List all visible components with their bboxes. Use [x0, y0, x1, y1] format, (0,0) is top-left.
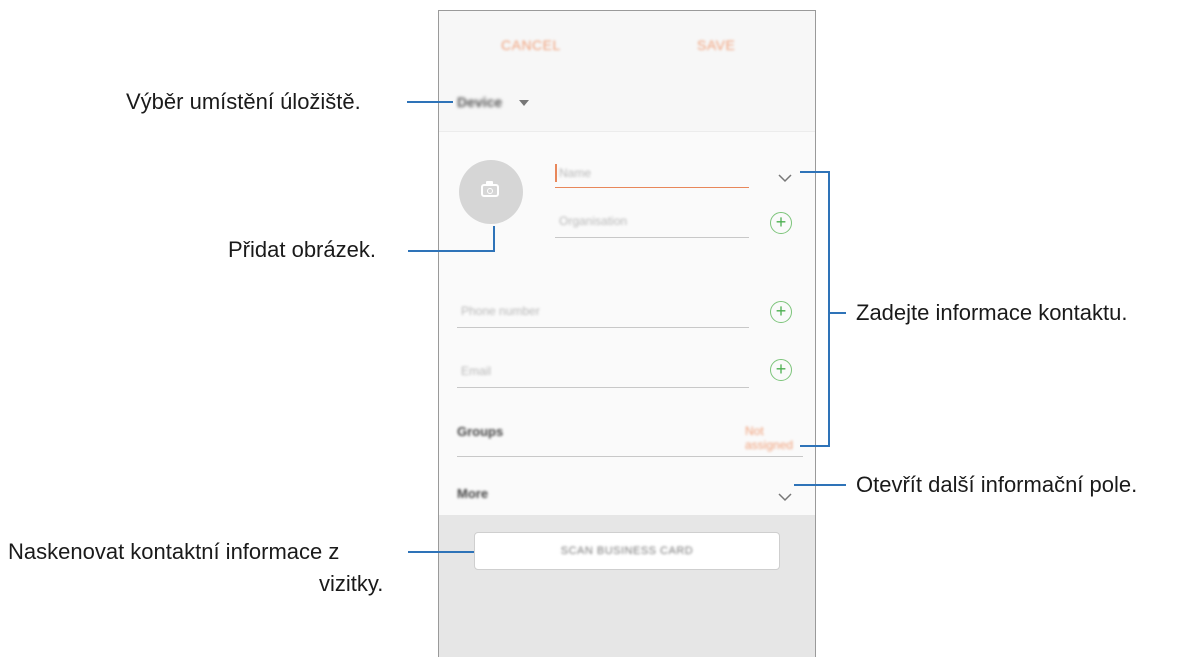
bottom-area: SCAN BUSINESS CARD [439, 515, 815, 657]
more-chevron-down-icon[interactable] [777, 492, 793, 502]
annotation-scan-line1: Naskenovat kontaktní informace z [8, 539, 340, 564]
cancel-button[interactable]: CANCEL [501, 37, 561, 53]
bracket-vertical [828, 171, 830, 447]
name-underline [555, 186, 749, 188]
name-placeholder: Name [559, 166, 592, 180]
name-field[interactable]: Name [555, 160, 749, 188]
text-cursor [555, 164, 557, 182]
phone-number-underline [457, 327, 749, 328]
phone-number-placeholder: Phone number [461, 304, 540, 318]
contact-form: Name Organisation + Phone number + Email… [439, 131, 815, 516]
callout-line-scan [408, 551, 474, 553]
dropdown-caret-icon [519, 100, 529, 106]
email-placeholder: Email [461, 364, 492, 378]
groups-value[interactable]: Not assigned [745, 424, 815, 452]
save-button[interactable]: SAVE [697, 37, 735, 53]
chevron-down-icon[interactable] [777, 173, 793, 183]
annotation-add-image: Přidat obrázek. [228, 237, 376, 262]
email-field[interactable]: Email [457, 360, 749, 388]
organisation-field[interactable]: Organisation [555, 210, 749, 238]
phone-number-field[interactable]: Phone number [457, 300, 749, 328]
add-phone-plus-icon[interactable]: + [770, 301, 792, 323]
callout-line-more [794, 484, 846, 486]
scan-business-card-label: SCAN BUSINESS CARD [560, 545, 694, 557]
add-picture-button[interactable] [459, 160, 523, 224]
scan-business-card-button[interactable]: SCAN BUSINESS CARD [474, 532, 780, 570]
email-underline [457, 387, 749, 388]
callout-line-storage [407, 101, 453, 103]
groups-divider [457, 456, 803, 457]
annotation-scan-line2: vizitky. [319, 571, 384, 596]
organisation-placeholder: Organisation [559, 214, 628, 228]
callout-line-add-image-vertical [493, 226, 495, 252]
top-action-bar: CANCEL SAVE [439, 11, 815, 73]
add-email-plus-icon[interactable]: + [770, 359, 792, 381]
organisation-underline [555, 237, 749, 238]
annotation-open-more: Otevřít další informační pole. [856, 472, 1138, 497]
bracket-top [800, 171, 830, 173]
bracket-bottom [800, 445, 830, 447]
storage-selector[interactable]: Device [439, 73, 815, 131]
add-organisation-plus-icon[interactable]: + [770, 212, 792, 234]
camera-icon [481, 181, 499, 197]
annotation-enter-contact: Zadejte informace kontaktu. [856, 300, 1128, 325]
callout-line-add-image [408, 250, 495, 252]
annotation-storage: Výběr umístění úložiště. [126, 89, 361, 114]
callout-line-contact [828, 312, 846, 314]
more-label[interactable]: More [457, 486, 488, 501]
storage-value: Device [457, 94, 503, 110]
phone-screen: CANCEL SAVE Device Name Organisation + P… [438, 10, 816, 657]
groups-label: Groups [457, 424, 504, 439]
